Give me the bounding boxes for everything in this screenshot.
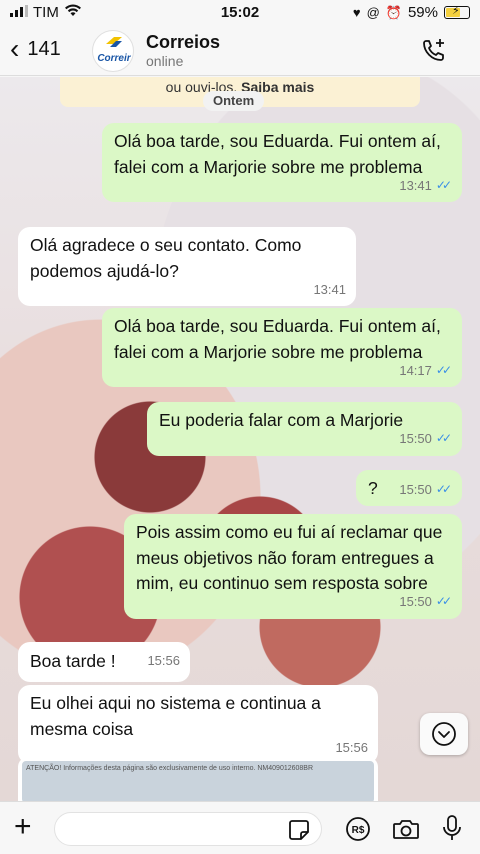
message-text: Olá boa tarde, sou Eduarda. Fui ontem aí… — [114, 316, 441, 362]
message-text: Olá boa tarde, sou Eduarda. Fui ontem aí… — [114, 131, 441, 177]
chat-header: ‹ 141 Correir Correios online — [0, 26, 480, 76]
message-bubble[interactable]: Olá boa tarde, sou Eduarda. Fui ontem aí… — [102, 308, 462, 387]
message-meta: 14:17 ✓✓ — [399, 358, 452, 384]
scroll-down-button[interactable] — [420, 713, 468, 755]
unread-count: 141 — [27, 37, 61, 60]
attach-button[interactable]: + — [14, 810, 32, 843]
chevron-down-icon — [432, 722, 456, 746]
battery-icon: ⚡ — [444, 5, 470, 19]
message-time: 15:50 — [399, 481, 432, 497]
message-input[interactable] — [54, 812, 322, 846]
message-time: 13:41 — [399, 177, 432, 193]
message-time: 14:17 — [399, 362, 432, 378]
chat-area[interactable]: ou ouvi-los. Saiba mais Ontem Olá boa ta… — [0, 77, 480, 801]
message-bubble[interactable]: Eu olhei aqui no sistema e continua a me… — [18, 685, 378, 764]
message-meta: 15:56 — [147, 648, 180, 674]
message-text: ? — [368, 478, 378, 498]
read-ticks-icon: ✓✓ — [435, 481, 452, 496]
back-button[interactable]: ‹ 141 — [10, 33, 61, 64]
status-right: ♥ @ ⏰ 59% ⚡ — [353, 4, 470, 21]
microphone-button[interactable] — [441, 814, 463, 847]
image-message[interactable]: ATENÇÃO! Informações desta página são ex… — [18, 757, 378, 801]
read-ticks-icon: ✓✓ — [435, 594, 452, 608]
message-text: Olá agradece o seu contato. Como podemos… — [30, 235, 302, 281]
message-text: Eu poderia falar com a Marjorie — [159, 410, 404, 430]
battery-percent: 59% — [407, 4, 438, 21]
read-ticks-icon: ✓✓ — [435, 431, 452, 445]
message-meta: 15:50 ✓✓ — [399, 426, 452, 452]
document-text: ATENÇÃO! Informações desta página são ex… — [26, 765, 314, 772]
document-screenshot: ATENÇÃO! Informações desta página são ex… — [22, 761, 374, 801]
avatar-text: Correir — [97, 53, 131, 64]
message-meta: 15:50 ✓✓ — [399, 589, 452, 615]
microphone-icon — [443, 815, 461, 840]
message-text: Pois assim como eu fui aí reclamar que m… — [136, 522, 443, 593]
message-meta: 13:41 — [313, 277, 346, 303]
read-ticks-icon: ✓✓ — [435, 362, 452, 377]
message-bubble[interactable]: ? 15:50 ✓✓ — [356, 470, 462, 506]
plus-icon: + — [14, 810, 32, 843]
message-text: Eu olhei aqui no sistema e continua a me… — [30, 693, 321, 739]
message-meta: 15:50 ✓✓ — [399, 477, 452, 503]
svg-text:R$: R$ — [352, 825, 365, 836]
add-call-icon — [423, 39, 444, 61]
camera-icon — [393, 820, 419, 839]
add-call-button[interactable] — [420, 36, 448, 69]
payment-icon: R$ — [346, 817, 370, 841]
message-bubble[interactable]: Olá agradece o seu contato. Como podemos… — [18, 227, 356, 306]
message-time: 13:41 — [313, 281, 346, 297]
message-time: 15:50 — [399, 594, 432, 609]
message-time: 15:56 — [147, 652, 180, 668]
sticker-button[interactable] — [288, 819, 310, 846]
alarm-icon: ⏰ — [385, 4, 402, 20]
contact-name[interactable]: Correios — [146, 32, 220, 53]
status-bar: TIM 15:02 ♥ @ ⏰ 59% ⚡ — [0, 0, 480, 26]
message-time: 15:50 — [399, 431, 432, 446]
message-input-bar: + R$ — [0, 801, 480, 854]
message-bubble[interactable]: Pois assim como eu fui aí reclamar que m… — [124, 514, 462, 619]
heart-icon: ♥ — [352, 5, 361, 20]
avatar[interactable]: Correir — [92, 30, 134, 72]
message-bubble[interactable]: Boa tarde ! 15:56 — [18, 642, 190, 682]
message-bubble[interactable]: Olá boa tarde, sou Eduarda. Fui ontem aí… — [102, 123, 462, 202]
camera-button[interactable] — [392, 817, 420, 846]
correios-logo-icon — [106, 37, 122, 47]
message-text: Boa tarde ! — [30, 651, 116, 671]
sticker-icon — [289, 820, 309, 840]
read-ticks-icon: ✓✓ — [435, 177, 452, 192]
message-bubble[interactable]: Eu poderia falar com a Marjorie 15:50 ✓✓ — [147, 402, 462, 456]
at-icon: @ — [366, 5, 380, 20]
date-chip: Ontem — [203, 91, 265, 111]
message-meta: 13:41 ✓✓ — [399, 173, 452, 199]
contact-status: online — [146, 53, 184, 69]
payment-button[interactable]: R$ — [345, 816, 371, 847]
chevron-left-icon: ‹ — [10, 33, 20, 64]
